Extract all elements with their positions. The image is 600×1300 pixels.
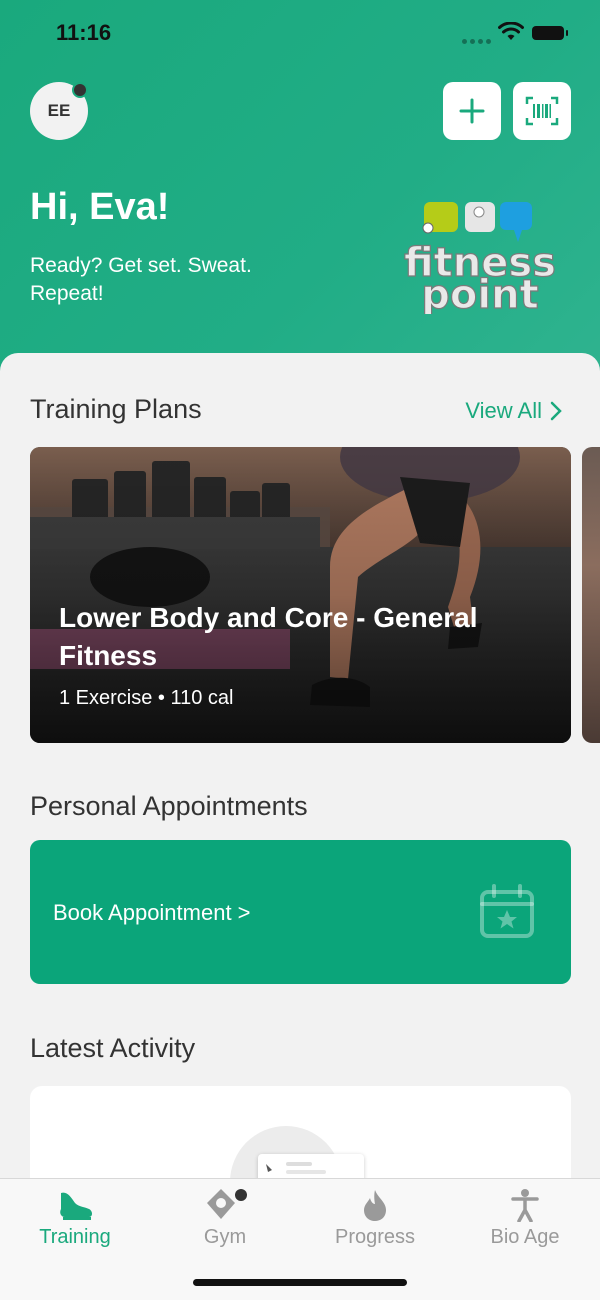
tab-bio-age[interactable]: Bio Age [450,1179,600,1259]
next-training-plan-card[interactable] [582,447,600,743]
wifi-icon [498,21,524,47]
calendar-star-icon [480,884,534,938]
tab-training[interactable]: Training [0,1179,150,1259]
book-appointment-button[interactable]: Book Appointment > [30,840,571,984]
barcode-scan-icon [525,96,559,126]
avatar[interactable]: EE [30,82,88,140]
shoe-icon [50,1187,100,1223]
tab-bio-age-label: Bio Age [490,1226,560,1248]
personal-appointments-title: Personal Appointments [30,791,308,821]
battery-icon [532,26,568,40]
view-all-label: View All [465,398,542,423]
training-plan-meta: 1 Exercise • 110 cal [59,687,234,709]
training-plan-title: Lower Body and Core - General Fitness [59,602,478,671]
tab-progress-label: Progress [334,1226,416,1248]
tab-training-label: Training [39,1226,111,1248]
home-indicator[interactable] [193,1279,407,1286]
location-icon [200,1187,250,1223]
tagline: Ready? Get set. Sweat. Repeat! [30,254,252,305]
fitness-point-logo: fitness point [403,202,557,314]
tab-gym[interactable]: Gym [150,1179,300,1259]
notification-dot [72,82,88,98]
flame-icon [350,1187,400,1223]
person-icon [500,1187,550,1223]
book-appointment-label: Book Appointment > [53,900,251,925]
training-plans-title: Training Plans [30,394,202,424]
add-button[interactable] [443,82,501,140]
chevron-right-icon [550,401,562,421]
header: 11:16 EE Hi, Eva! Ready? Get set. Sweat.… [0,0,600,380]
barcode-scan-button[interactable] [513,82,571,140]
status-bar: 11:16 [0,0,600,64]
cellular-signal-icon [462,31,494,49]
tab-gym-label: Gym [203,1226,247,1248]
plus-icon [459,98,485,124]
view-all-link[interactable]: View All [465,398,562,424]
tab-progress[interactable]: Progress [300,1179,450,1259]
status-time: 11:16 [56,20,112,45]
training-plan-card[interactable]: Lower Body and Core - General Fitness 1 … [30,447,571,743]
greeting: Hi, Eva! [30,186,170,228]
avatar-initials: EE [47,101,71,120]
latest-activity-title: Latest Activity [30,1033,196,1063]
svg-text:point: point [421,272,538,314]
